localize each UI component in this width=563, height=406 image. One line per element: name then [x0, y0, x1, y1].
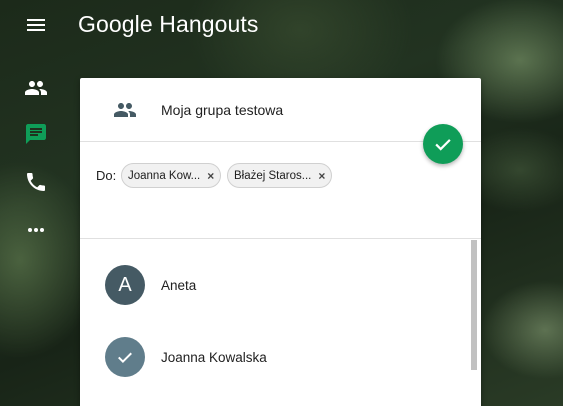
- list-item[interactable]: Joanna Kowalska: [80, 316, 470, 386]
- phone-icon: [27, 173, 45, 191]
- recipient-chip-label: Joanna Kow...: [128, 169, 201, 182]
- recipient-chip[interactable]: Joanna Kow... ×: [121, 163, 222, 188]
- rail-item-more[interactable]: [22, 216, 50, 244]
- avatar: [105, 337, 145, 377]
- recipient-chip[interactable]: Błażej Staros... ×: [227, 163, 333, 188]
- main-menu-button[interactable]: [24, 16, 48, 36]
- new-group-panel: Moja grupa testowa Do: Joanna Kow... × B…: [80, 78, 481, 406]
- confirm-button[interactable]: [423, 124, 463, 164]
- avatar: A: [105, 265, 145, 305]
- rail-item-messages[interactable]: [22, 120, 50, 148]
- to-label: Do:: [96, 168, 117, 183]
- more-horizontal-icon: [28, 228, 44, 232]
- rail-item-calls[interactable]: [22, 168, 50, 196]
- contact-name: Joanna Kowalska: [161, 350, 267, 365]
- remove-recipient-icon[interactable]: ×: [318, 170, 325, 182]
- group-icon: [114, 103, 136, 117]
- group-name-field[interactable]: Moja grupa testowa: [161, 102, 283, 118]
- contact-list: A Aneta Joanna Kowalska: [80, 244, 481, 406]
- contact-name: Aneta: [161, 278, 197, 293]
- menu-icon: [27, 19, 45, 21]
- divider: [80, 238, 481, 239]
- selected-check-icon: [118, 352, 132, 363]
- remove-recipient-icon[interactable]: ×: [207, 170, 214, 182]
- group-name-row[interactable]: Moja grupa testowa: [80, 78, 481, 142]
- list-item[interactable]: A Aneta: [80, 244, 470, 314]
- list-scrollbar[interactable]: [471, 240, 477, 370]
- check-icon: [435, 139, 451, 151]
- app-title: Google Hangouts: [78, 11, 259, 37]
- people-icon: [25, 81, 47, 95]
- divider: [80, 141, 481, 142]
- message-icon: [26, 124, 46, 144]
- rail-item-contacts[interactable]: [22, 74, 50, 102]
- recipient-chip-label: Błażej Staros...: [234, 169, 312, 182]
